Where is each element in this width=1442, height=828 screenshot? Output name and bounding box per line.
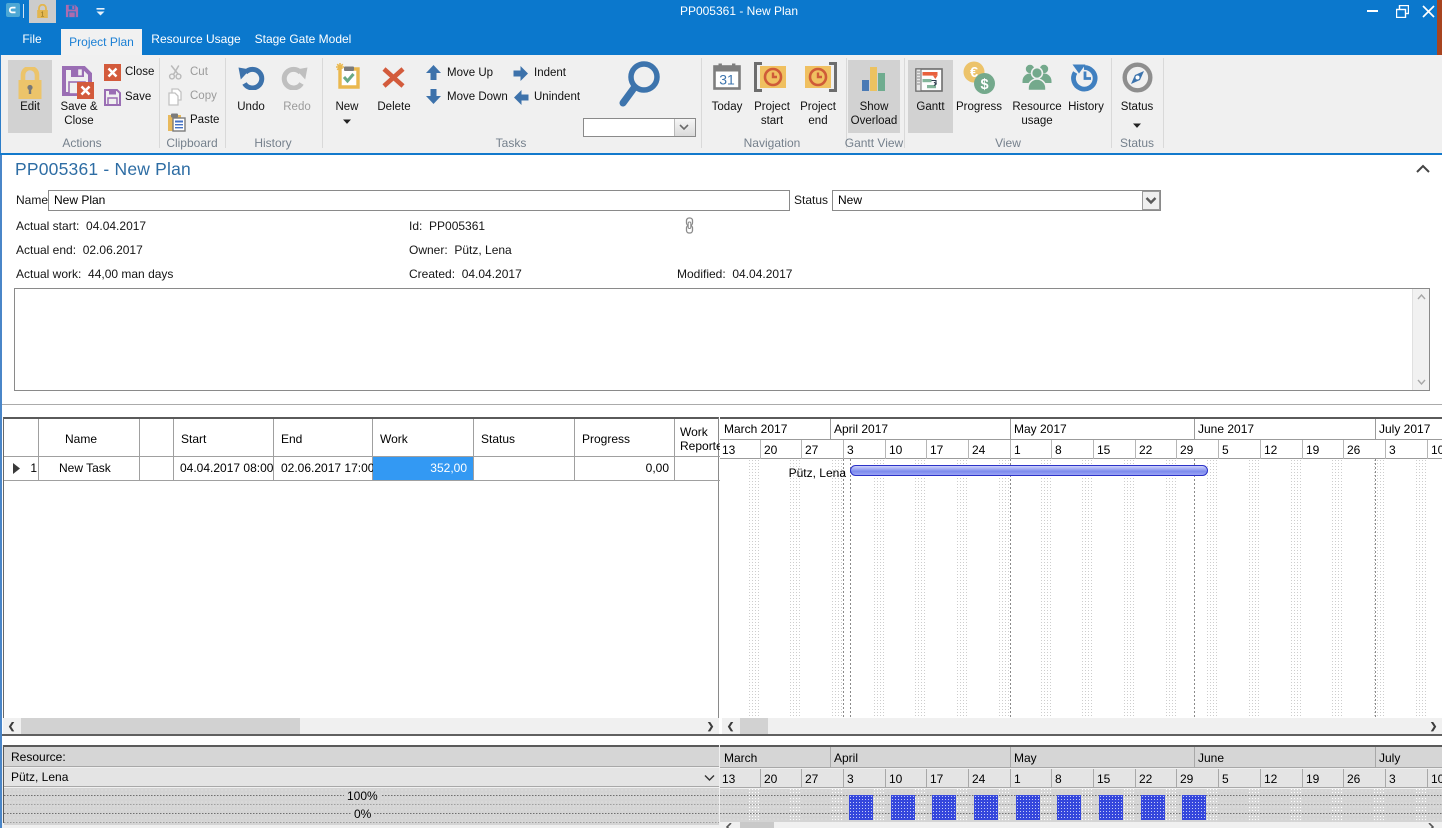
svg-text:$: $ <box>980 77 988 93</box>
svg-text:31: 31 <box>719 72 735 88</box>
